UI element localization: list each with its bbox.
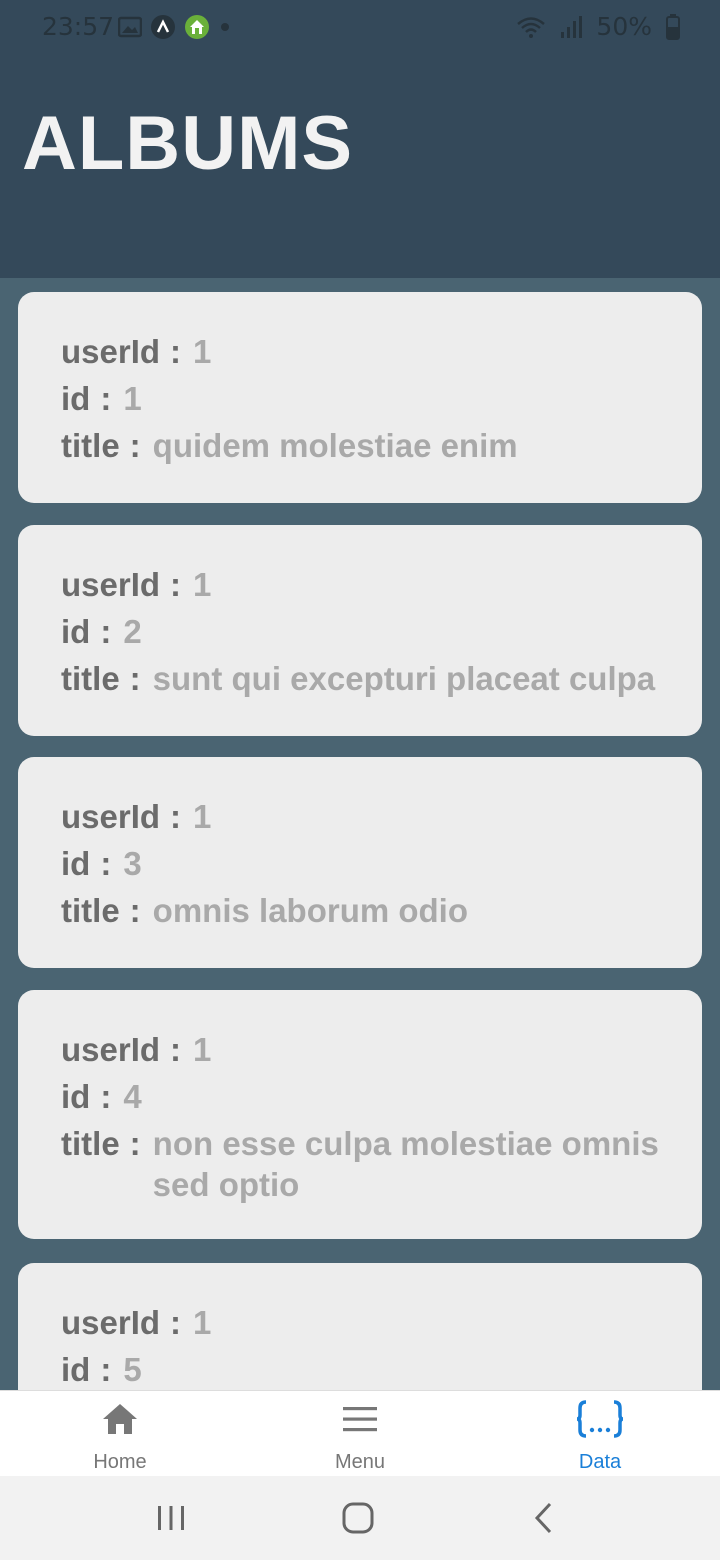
title-row: title : sunt qui excepturi placeat culpa <box>61 655 662 702</box>
title-value: quidem molestiae enim <box>152 427 518 464</box>
title-row: title : omnis laborum odio <box>61 887 662 934</box>
nav-menu[interactable]: Menu <box>240 1391 480 1476</box>
album-card[interactable]: userId : 1 id : 2 title : sunt qui excep… <box>18 525 702 736</box>
separator: : <box>129 1125 141 1162</box>
braces-icon <box>576 1395 624 1443</box>
id-label: id <box>61 845 91 882</box>
separator: : <box>170 1031 182 1068</box>
album-card[interactable]: userId : 1 id : 3 title : omnis laborum … <box>18 757 702 968</box>
user-id-row: userId : 1 <box>61 561 662 608</box>
user-id-value: 1 <box>193 1031 212 1068</box>
separator: : <box>100 1078 112 1115</box>
user-id-value: 1 <box>193 798 212 835</box>
separator: : <box>100 613 112 650</box>
nav-data[interactable]: Data <box>480 1391 720 1476</box>
page-title: ALBUMS <box>22 101 354 186</box>
title-label: title <box>61 427 120 464</box>
separator: : <box>100 1351 112 1388</box>
title-row: title : quidem molestiae enim <box>61 422 662 469</box>
id-label: id <box>61 380 91 417</box>
status-time: 23:57 <box>42 12 115 41</box>
nav-home-label: Home <box>93 1451 147 1473</box>
system-status-icons: 50% <box>516 12 680 41</box>
separator: : <box>170 566 182 603</box>
id-value: 2 <box>123 613 142 650</box>
title-value: sunt qui excepturi placeat culpa <box>152 660 656 697</box>
app-a-icon <box>151 15 175 39</box>
separator: : <box>129 660 141 697</box>
user-id-value: 1 <box>193 566 212 603</box>
battery-icon <box>666 13 680 40</box>
separator: : <box>100 380 112 417</box>
image-icon <box>118 16 142 38</box>
battery-percent: 50% <box>596 12 652 41</box>
user-id-row: userId : 1 <box>61 328 662 375</box>
system-nav-bar <box>0 1476 720 1560</box>
user-id-row: userId : 1 <box>61 1026 662 1073</box>
id-row: id : 1 <box>61 375 662 422</box>
user-id-label: userId <box>61 798 161 835</box>
wifi-icon <box>517 16 546 38</box>
separator: : <box>170 1304 182 1341</box>
user-id-label: userId <box>61 566 161 603</box>
nav-menu-label: Menu <box>334 1451 386 1473</box>
separator: : <box>129 427 141 464</box>
separator: : <box>129 892 141 929</box>
id-row: id : 4 <box>61 1073 662 1120</box>
dot-icon <box>221 23 229 31</box>
user-id-row: userId : 1 <box>61 793 662 840</box>
recent-apps-icon[interactable] <box>156 1500 186 1536</box>
id-label: id <box>61 1078 91 1115</box>
user-id-row: userId : 1 <box>61 1299 662 1346</box>
home-icon <box>101 1395 139 1443</box>
notification-icons <box>118 14 232 40</box>
back-icon[interactable] <box>532 1500 556 1536</box>
status-bar: 23:57 50% <box>0 0 720 56</box>
id-value: 5 <box>123 1351 142 1388</box>
signal-icon <box>561 15 583 38</box>
home-app-icon <box>185 15 209 39</box>
id-value: 1 <box>123 380 142 417</box>
user-id-label: userId <box>61 1304 161 1341</box>
id-value: 4 <box>123 1078 142 1115</box>
nav-home[interactable]: Home <box>0 1391 240 1476</box>
separator: : <box>170 333 182 370</box>
id-label: id <box>61 613 91 650</box>
separator: : <box>170 798 182 835</box>
title-row: title : non esse culpa molestiae omnis s… <box>61 1120 662 1205</box>
title-value: omnis laborum odio <box>152 892 469 929</box>
user-id-label: userId <box>61 1031 161 1068</box>
id-value: 3 <box>123 845 142 882</box>
user-id-value: 1 <box>193 1304 212 1341</box>
id-row: id : 3 <box>61 840 662 887</box>
home-button-icon[interactable] <box>340 1500 376 1536</box>
album-card[interactable]: userId : 1 id : 4 title : non esse culpa… <box>18 990 702 1239</box>
id-row: id : 5 <box>61 1346 662 1390</box>
nav-data-label: Data <box>578 1451 622 1473</box>
id-row: id : 2 <box>61 608 662 655</box>
title-label: title <box>61 1125 120 1162</box>
user-id-value: 1 <box>193 333 212 370</box>
album-list[interactable]: userId : 1 id : 1 title : quidem molesti… <box>0 278 720 1390</box>
menu-icon <box>342 1395 378 1443</box>
title-label: title <box>61 892 120 929</box>
album-card[interactable]: userId : 1 id : 1 title : quidem molesti… <box>18 292 702 503</box>
id-label: id <box>61 1351 91 1388</box>
title-value: non esse culpa molestiae omnis sed optio <box>152 1125 659 1203</box>
app-header: ALBUMS <box>0 56 720 278</box>
user-id-label: userId <box>61 333 161 370</box>
bottom-nav: Home Menu Data <box>0 1390 720 1476</box>
title-label: title <box>61 660 120 697</box>
album-card[interactable]: userId : 1 id : 5 <box>18 1263 702 1390</box>
separator: : <box>100 845 112 882</box>
